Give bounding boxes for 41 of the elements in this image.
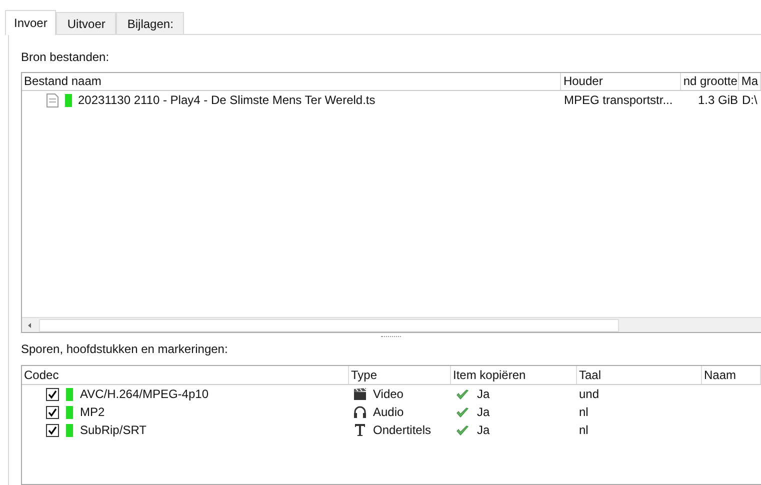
column-header[interactable]: nd grootte <box>681 73 740 90</box>
table-cell-text: Ondertitels <box>373 422 432 439</box>
checkbox[interactable] <box>46 406 59 418</box>
tab[interactable]: Uitvoer <box>56 12 116 34</box>
table-cell-text: SubRip/SRT <box>80 422 146 439</box>
table-cell-text: AVC/H.264/MPEG-4p10 <box>80 386 209 403</box>
table-cell-text: MPEG transportstr... <box>563 92 674 109</box>
checkbox[interactable] <box>46 388 59 400</box>
table-cell-text: 1.3 GiB <box>696 92 739 109</box>
column-header[interactable]: Type <box>349 366 451 384</box>
clapperboard-icon <box>353 387 367 401</box>
table-cell-text: MP2 <box>80 404 105 421</box>
check-icon <box>456 406 469 418</box>
tab[interactable]: Bijlagen: <box>116 12 184 34</box>
column-header[interactable]: Ma <box>739 73 761 90</box>
table-cell-text: 20231130 2110 - Play4 - De Slimste Mens Ter Wereld.ts <box>78 92 376 109</box>
table-cell-text: D:\ <box>741 92 758 109</box>
checkbox[interactable] <box>46 424 59 436</box>
table-cell-text: nl <box>578 404 590 421</box>
text-t-icon <box>353 423 367 437</box>
check-icon <box>456 424 469 436</box>
file-icon <box>46 92 59 108</box>
table-cell-text: Ja <box>477 386 490 403</box>
table-cell-text: Ja <box>477 422 490 439</box>
column-header[interactable]: Naam <box>702 366 761 384</box>
table-cell-text: und <box>578 386 600 403</box>
splitter-handle[interactable] <box>381 336 401 337</box>
section-label: Bron bestanden: <box>21 49 110 66</box>
table-cell-text: Audio <box>373 404 404 421</box>
column-header[interactable]: Codec <box>22 366 349 384</box>
headphones-icon <box>353 405 367 419</box>
column-header[interactable]: Item kopiëren <box>451 366 577 384</box>
table-cell-text: Video <box>373 386 404 403</box>
table-cell-text: nl <box>578 422 590 439</box>
check-icon <box>456 388 469 400</box>
table-cell-text: Ja <box>477 404 490 421</box>
section-label: Sporen, hoofdstukken en markeringen: <box>21 341 229 358</box>
column-header[interactable]: Taal <box>577 366 702 384</box>
column-header[interactable]: Houder <box>561 73 682 90</box>
column-header[interactable]: Bestand naam <box>22 73 562 90</box>
tab[interactable]: Invoer <box>5 10 56 35</box>
